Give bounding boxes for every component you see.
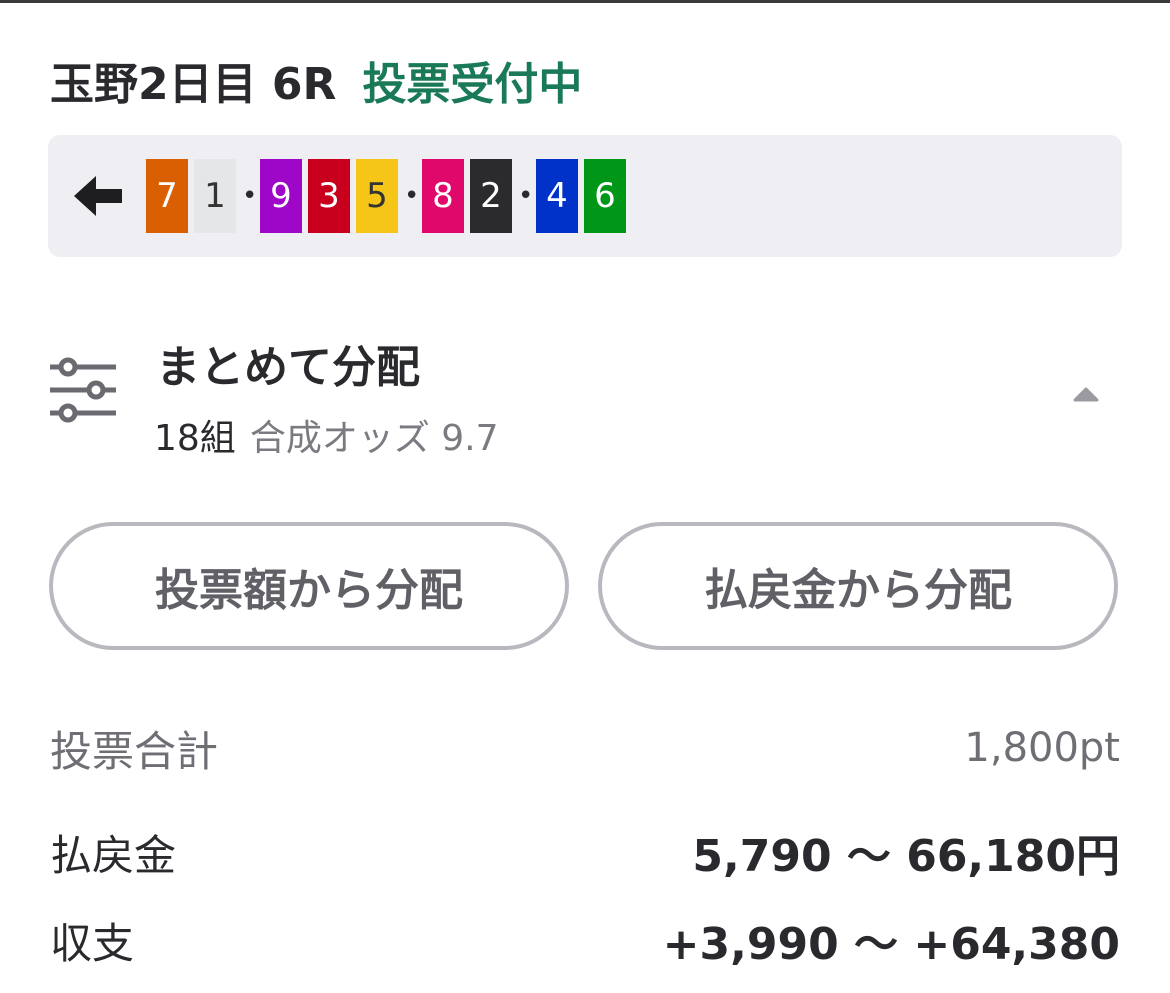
- order-sequence: 7 1 • 9 3 5 • 8 2 • 4 6: [48, 135, 1122, 257]
- chevron-up-icon[interactable]: [1072, 385, 1100, 403]
- sliders-icon: [48, 357, 118, 423]
- bulk-distribution-panel[interactable]: まとめて分配 18組 合成オッズ 9.7: [48, 325, 1122, 465]
- payout-row: 払戻金 5,790 〜 66,180円: [50, 822, 1120, 883]
- payout-label: 払戻金: [50, 830, 177, 880]
- number-chip: 5: [356, 159, 398, 233]
- total-bet-row: 投票合計 1,800pt: [50, 718, 1120, 778]
- payout-value: 5,790 〜 66,180円: [692, 831, 1120, 882]
- race-header: 玉野2日目 6R 投票受付中: [50, 50, 582, 110]
- number-chip: 9: [260, 159, 302, 233]
- race-status: 投票受付中: [362, 59, 583, 110]
- group-separator: •: [242, 181, 258, 211]
- total-bet-value: 1,800pt: [964, 725, 1120, 771]
- balance-value: +3,990 〜 +64,380: [662, 919, 1120, 970]
- number-chip: 3: [308, 159, 350, 233]
- number-sequence: 7 1 • 9 3 5 • 8 2 • 4 6: [146, 159, 632, 233]
- distribute-by-bet-button[interactable]: 投票額から分配: [49, 522, 569, 650]
- total-bet-label: 投票合計: [50, 726, 219, 776]
- distribution-summary: 18組 合成オッズ 9.7: [154, 409, 499, 461]
- number-chip: 7: [146, 159, 188, 233]
- group-separator: •: [518, 181, 534, 211]
- combined-odds: 合成オッズ 9.7: [249, 418, 499, 459]
- distribution-title: まとめて分配: [156, 342, 420, 393]
- race-title: 玉野2日目 6R: [50, 59, 337, 110]
- number-chip: 1: [194, 159, 236, 233]
- number-chip: 8: [422, 159, 464, 233]
- balance-row: 収支 +3,990 〜 +64,380: [50, 908, 1120, 972]
- number-chip: 6: [584, 159, 626, 233]
- arrow-left-icon: [74, 174, 124, 218]
- number-chip: 2: [470, 159, 512, 233]
- top-divider: [0, 0, 1170, 3]
- number-chip: 4: [536, 159, 578, 233]
- distribute-by-payout-button[interactable]: 払戻金から分配: [598, 522, 1118, 650]
- balance-label: 収支: [50, 918, 135, 968]
- combination-count: 18組: [154, 418, 236, 459]
- group-separator: •: [404, 181, 420, 211]
